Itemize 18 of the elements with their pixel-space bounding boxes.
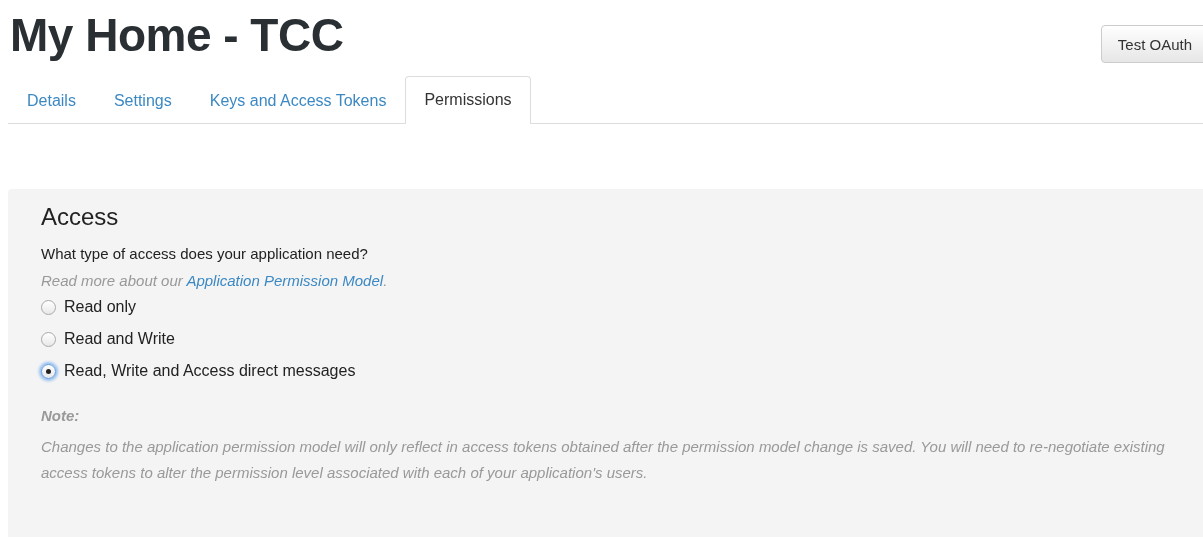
option-label: Read only [64,298,137,316]
radio-button[interactable] [41,363,56,379]
tab[interactable]: Permissions [405,76,531,124]
tab[interactable]: Settings [94,77,191,124]
radio-button[interactable] [41,331,56,347]
section-heading: Access [41,203,120,231]
option-label: Read, Write and Access direct messages [64,362,356,380]
page-title: My Home - TCC [10,8,344,62]
note-label: Note: [41,407,81,424]
question-text: What type of access does your application need? [41,245,369,262]
tab[interactable]: Details [8,77,95,124]
read-more-text: Read more about our Application Permission Model. [41,272,389,289]
note-text: Changes to the application permission model will only reflect in access tokens obtained after the permission model change is saved. You will need to re-negotiate existing access tokens to alter the permission level associated with each of your application's users. [41,437,1166,483]
radio-button[interactable] [41,299,56,315]
test-oauth-button[interactable]: Test OAuth [1100,25,1203,63]
permission-model-link[interactable]: Application Permission Model [186,272,384,289]
tab[interactable]: Keys and Access Tokens [190,77,406,124]
option-label: Read and Write [64,330,175,348]
